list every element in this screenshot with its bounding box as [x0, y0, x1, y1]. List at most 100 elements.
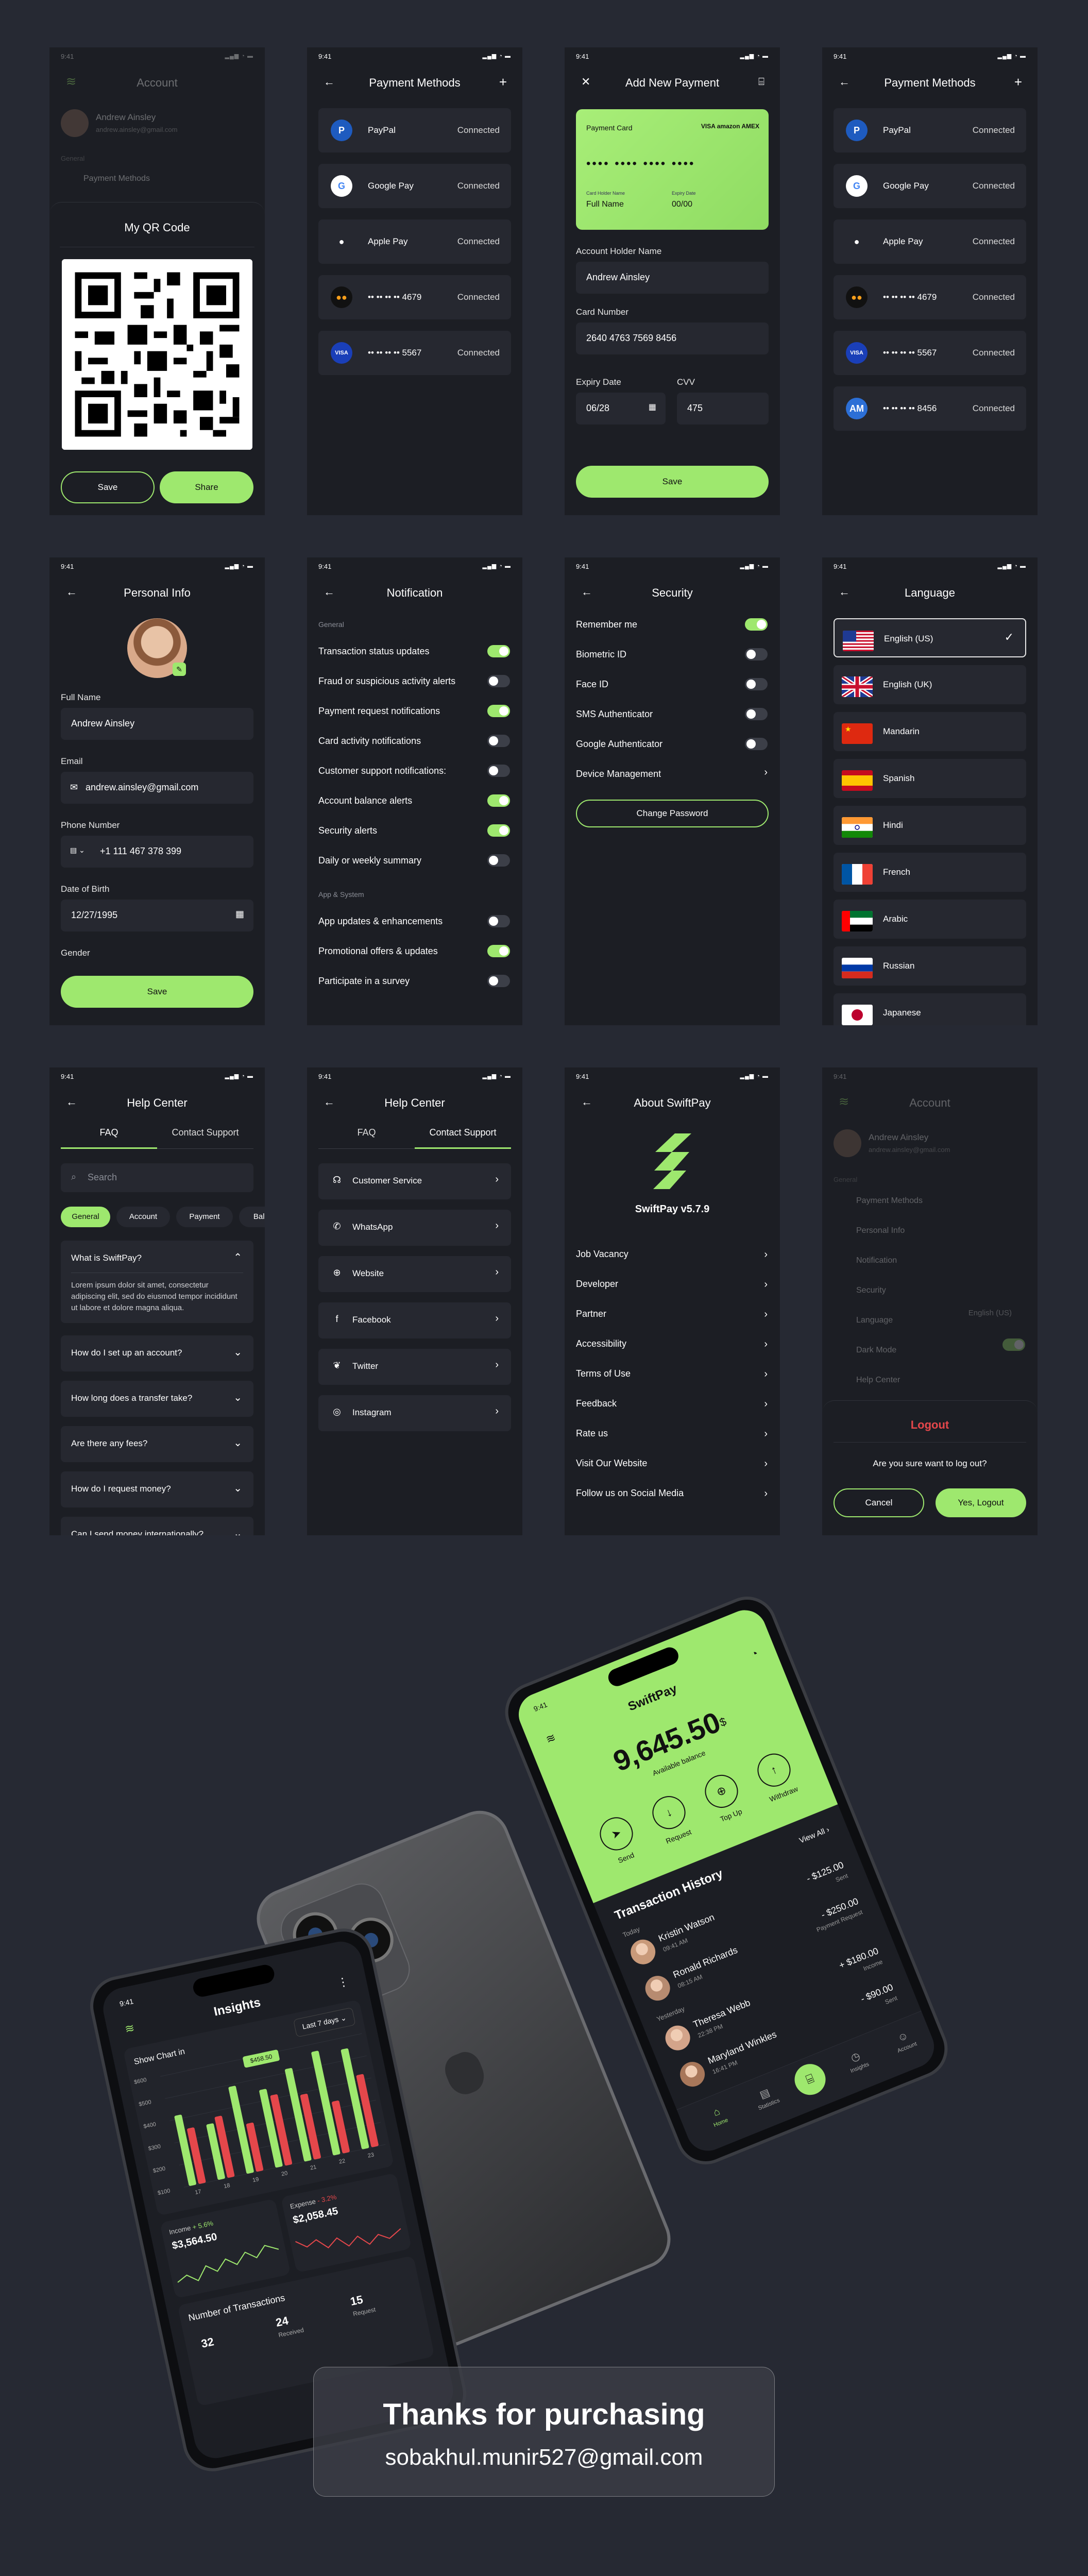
chevron-down-icon[interactable]: ⌄ — [233, 1436, 242, 1449]
chevron-right-icon[interactable]: › — [764, 1488, 768, 1500]
chevron-right-icon[interactable]: › — [495, 1313, 499, 1325]
notification-toggle[interactable] — [487, 824, 510, 837]
phone-input[interactable]: ▤ ⌄ +1 111 467 378 399 — [61, 836, 253, 868]
chevron-right-icon[interactable]: › — [495, 1405, 499, 1417]
category-chip[interactable]: Balance — [239, 1207, 265, 1227]
contact-item[interactable]: ⊕ Website › — [318, 1256, 511, 1292]
edit-avatar-icon[interactable]: ✎ — [173, 663, 186, 676]
qr-share-button[interactable]: Share — [160, 471, 253, 503]
chevron-right-icon[interactable]: › — [764, 1338, 768, 1350]
device-management-item[interactable]: Device Management — [576, 769, 661, 779]
tab-faq[interactable]: FAQ — [318, 1127, 415, 1149]
contact-item[interactable]: f Facebook › — [318, 1302, 511, 1338]
faq-item[interactable]: How long does a transfer take? ⌄ — [61, 1381, 253, 1417]
payment-row[interactable]: G Google Pay Connected — [834, 164, 1026, 208]
about-item[interactable]: Follow us on Social Media › — [576, 1488, 769, 1509]
chevron-right-icon[interactable]: › — [764, 767, 768, 778]
language-item[interactable]: English (US) ✓ — [834, 618, 1026, 657]
holder-input[interactable]: Andrew Ainsley — [576, 262, 769, 294]
security-toggle[interactable] — [745, 648, 768, 660]
confirm-logout-button[interactable]: Yes, Logout — [936, 1488, 1026, 1517]
scan-icon[interactable]: ⌸ — [758, 76, 764, 88]
payment-row[interactable]: ● Apple Pay Connected — [318, 219, 511, 264]
payment-row[interactable]: ●● •• •• •• •• 4679 Connected — [834, 275, 1026, 319]
chevron-down-icon[interactable]: ⌄ — [233, 1482, 242, 1495]
faq-item[interactable]: How do I set up an account? ⌄ — [61, 1335, 253, 1371]
add-icon[interactable]: + — [1014, 74, 1022, 90]
chevron-right-icon[interactable]: › — [495, 1359, 499, 1371]
notification-toggle[interactable] — [487, 705, 510, 717]
nav-account[interactable]: ☺ Account — [887, 2026, 923, 2056]
category-chip[interactable]: General — [61, 1207, 110, 1227]
notification-toggle[interactable] — [487, 945, 510, 957]
chevron-right-icon[interactable]: › — [764, 1249, 768, 1261]
security-toggle[interactable] — [745, 738, 768, 750]
chevron-right-icon[interactable]: › — [764, 1368, 768, 1380]
action-top-up-button[interactable]: ⊕ — [700, 1770, 743, 1813]
language-item[interactable]: Hindi — [834, 806, 1026, 845]
about-item[interactable]: Accessibility › — [576, 1338, 769, 1359]
payment-row[interactable]: ● Apple Pay Connected — [834, 219, 1026, 264]
notification-toggle[interactable] — [487, 854, 510, 867]
view-all-link[interactable]: View All › — [798, 1825, 830, 1845]
chevron-right-icon[interactable]: › — [495, 1220, 499, 1232]
contact-item[interactable]: ❦ Twitter › — [318, 1349, 511, 1385]
chevron-right-icon[interactable]: › — [764, 1309, 768, 1320]
expiry-input[interactable]: 06/28 ▦ — [576, 393, 666, 425]
nav-statistics[interactable]: ▤ Statistics — [748, 2082, 785, 2113]
search-input[interactable]: ⌕ Search — [61, 1163, 253, 1192]
qr-save-button[interactable]: Save — [61, 471, 155, 503]
payment-row[interactable]: AM •• •• •• •• 8456 Connected — [834, 386, 1026, 431]
chevron-up-icon[interactable]: ⌃ — [233, 1251, 242, 1264]
tab-contact-support[interactable]: Contact Support — [157, 1127, 253, 1149]
category-chip[interactable]: Account — [116, 1207, 170, 1227]
chevron-right-icon[interactable]: › — [764, 1279, 768, 1291]
language-item[interactable]: Japanese — [834, 993, 1026, 1025]
payment-row[interactable]: VISA •• •• •• •• 5567 Connected — [834, 331, 1026, 375]
language-item[interactable]: English (UK) — [834, 665, 1026, 704]
notification-toggle[interactable] — [487, 794, 510, 807]
notification-toggle[interactable] — [487, 975, 510, 987]
notification-toggle[interactable] — [487, 645, 510, 657]
chevron-right-icon[interactable]: › — [764, 1428, 768, 1440]
security-toggle[interactable] — [745, 678, 768, 690]
dob-input[interactable]: 12/27/1995 ▦ — [61, 900, 253, 931]
language-item[interactable]: French — [834, 853, 1026, 892]
faq-item-open[interactable]: What is SwiftPay? ⌃ Lorem ipsum dolor si… — [61, 1241, 253, 1323]
chevron-down-icon[interactable]: ⌄ — [233, 1391, 242, 1404]
payment-row[interactable]: P PayPal Connected — [834, 108, 1026, 152]
about-item[interactable]: Terms of Use › — [576, 1368, 769, 1389]
payment-row[interactable]: ●● •• •• •• •• 4679 Connected — [318, 275, 511, 319]
card-number-input[interactable]: 2640 4763 7569 8456 — [576, 323, 769, 354]
about-item[interactable]: Visit Our Website › — [576, 1458, 769, 1479]
nav-insights[interactable]: ◷ Insights — [839, 2045, 875, 2076]
about-item[interactable]: Job Vacancy › — [576, 1249, 769, 1269]
language-item[interactable]: ★ Mandarin — [834, 712, 1026, 751]
payment-row[interactable]: P PayPal Connected — [318, 108, 511, 152]
security-toggle[interactable] — [745, 618, 768, 631]
contact-item[interactable]: ◎ Instagram › — [318, 1395, 511, 1431]
avatar[interactable]: ✎ — [127, 618, 187, 678]
nav-home[interactable]: ⌂ Home — [700, 2101, 736, 2131]
add-icon[interactable]: + — [499, 74, 507, 90]
action-request-button[interactable]: ↓ — [647, 1791, 691, 1834]
save-button[interactable]: Save — [61, 976, 253, 1008]
payment-row[interactable]: G Google Pay Connected — [318, 164, 511, 208]
tab-faq[interactable]: FAQ — [61, 1127, 157, 1149]
payment-row[interactable]: VISA •• •• •• •• 5567 Connected — [318, 331, 511, 375]
language-item[interactable]: Spanish — [834, 759, 1026, 798]
language-item[interactable]: Arabic — [834, 900, 1026, 939]
about-item[interactable]: Feedback › — [576, 1398, 769, 1419]
about-item[interactable]: Developer › — [576, 1279, 769, 1299]
cancel-button[interactable]: Cancel — [834, 1488, 924, 1517]
chevron-right-icon[interactable]: › — [764, 1398, 768, 1410]
notification-toggle[interactable] — [487, 735, 510, 747]
change-password-button[interactable]: Change Password — [576, 800, 769, 827]
cvv-input[interactable]: 475 — [677, 393, 769, 425]
about-item[interactable]: Rate us › — [576, 1428, 769, 1449]
notification-toggle[interactable] — [487, 765, 510, 777]
notification-toggle[interactable] — [487, 915, 510, 927]
chevron-down-icon[interactable]: ⌄ — [233, 1346, 242, 1359]
faq-item[interactable]: How do I request money? ⌄ — [61, 1471, 253, 1507]
email-input[interactable]: ✉ andrew.ainsley@gmail.com — [61, 772, 253, 804]
